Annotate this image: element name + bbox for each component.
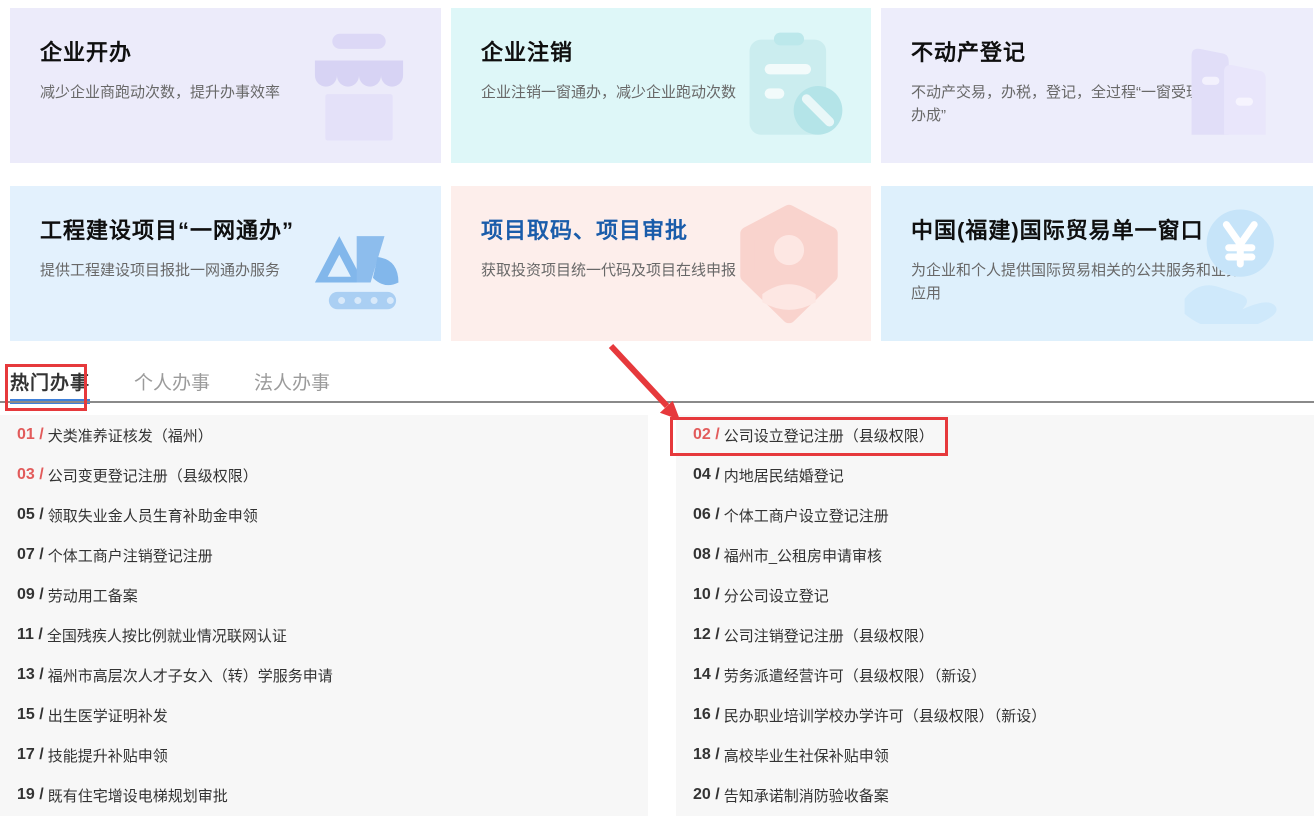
gov-services-page: 企业开办 减少企业商跑动次数，提升办事效率 企业注销 企业注销一窗通办，减少企业… bbox=[0, 0, 1314, 816]
card-enterprise-deregistration[interactable]: 企业注销 企业注销一窗通办，减少企业跑动次数 bbox=[451, 8, 871, 163]
service-number: 02 / bbox=[693, 426, 720, 443]
service-name: 出生医学证明补发 bbox=[47, 707, 168, 725]
service-name: 福州市高层次人才子女入（转）学服务申请 bbox=[47, 667, 333, 685]
tab[interactable]: 个人办事 bbox=[134, 371, 210, 397]
service-name: 个体工商户注销登记注册 bbox=[47, 547, 213, 565]
service-number: 13 / bbox=[17, 666, 44, 683]
card-desc: 不动产交易，办税，登记，全过程“一窗受理，一次办成” bbox=[911, 84, 1246, 125]
service-list-left: 01 / 犬类准养证核发（福州） 03 / 公司变更登记注册（县级权限） 05 … bbox=[0, 415, 648, 816]
service-list-item[interactable]: 15 / 出生医学证明补发 bbox=[0, 695, 648, 735]
service-list-right: 02 / 公司设立登记注册（县级权限） 04 / 内地居民结婚登记 06 / 个… bbox=[676, 415, 1314, 816]
service-name: 公司注销登记注册（县级权限） bbox=[723, 627, 934, 645]
tab[interactable]: 热门办事 bbox=[10, 371, 91, 404]
service-list-item[interactable]: 07 / 个体工商户注销登记注册 bbox=[0, 535, 648, 575]
service-list-item[interactable]: 17 / 技能提升补贴申领 bbox=[0, 735, 648, 775]
service-number: 12 / bbox=[693, 626, 720, 643]
service-name: 个体工商户设立登记注册 bbox=[723, 507, 889, 525]
service-list-item[interactable]: 18 / 高校毕业生社保补贴申领 bbox=[676, 735, 1314, 775]
service-list-item[interactable]: 06 / 个体工商户设立登记注册 bbox=[676, 495, 1314, 535]
service-name: 分公司设立登记 bbox=[723, 587, 829, 605]
service-list-item[interactable]: 16 / 民办职业培训学校办学许可（县级权限）（新设） bbox=[676, 695, 1314, 735]
service-name: 既有住宅增设电梯规划审批 bbox=[47, 787, 228, 805]
featured-service-cards: 企业开办 减少企业商跑动次数，提升办事效率 企业注销 企业注销一窗通办，减少企业… bbox=[10, 8, 1313, 341]
card-title: 工程建设项目“一网通办” bbox=[40, 218, 295, 243]
service-name: 告知承诺制消防验收备案 bbox=[723, 787, 889, 805]
service-list-item[interactable]: 03 / 公司变更登记注册（县级权限） bbox=[0, 455, 648, 495]
service-number: 01 / bbox=[17, 426, 44, 443]
service-list-item[interactable]: 04 / 内地居民结婚登记 bbox=[676, 455, 1314, 495]
card-desc: 提供工程建设项目报批一网通办服务 bbox=[40, 262, 281, 279]
service-number: 03 / bbox=[17, 466, 44, 483]
service-list-item[interactable]: 02 / 公司设立登记注册（县级权限） bbox=[676, 415, 1314, 455]
card-title: 项目取码、项目审批 bbox=[481, 218, 689, 243]
service-number: 04 / bbox=[693, 466, 720, 483]
service-name: 犬类准养证核发（福州） bbox=[47, 427, 213, 445]
card-desc: 减少企业商跑动次数，提升办事效率 bbox=[40, 84, 281, 101]
service-list-item[interactable]: 20 / 告知承诺制消防验收备案 bbox=[676, 775, 1314, 815]
service-number: 18 / bbox=[693, 746, 720, 763]
service-list-item[interactable]: 19 / 既有住宅增设电梯规划审批 bbox=[0, 775, 648, 815]
service-name: 劳务派遣经营许可（县级权限）（新设） bbox=[723, 667, 987, 685]
service-list-item[interactable]: 13 / 福州市高层次人才子女入（转）学服务申请 bbox=[0, 655, 648, 695]
service-number: 14 / bbox=[693, 666, 720, 683]
card-construction-project-online[interactable]: 工程建设项目“一网通办” 提供工程建设项目报批一网通办服务 bbox=[10, 186, 441, 341]
card-title: 企业开办 bbox=[40, 40, 133, 65]
service-number: 05 / bbox=[17, 506, 44, 523]
service-list-item[interactable]: 10 / 分公司设立登记 bbox=[676, 575, 1314, 615]
service-number: 11 / bbox=[17, 626, 43, 643]
tab-divider bbox=[0, 401, 1314, 403]
service-name: 高校毕业生社保补贴申领 bbox=[723, 747, 889, 765]
service-list-item[interactable]: 01 / 犬类准养证核发（福州） bbox=[0, 415, 648, 455]
card-enterprise-opening[interactable]: 企业开办 减少企业商跑动次数，提升办事效率 bbox=[10, 8, 441, 163]
service-number: 08 / bbox=[693, 546, 720, 563]
service-tabs: 热门办事 个人办事 法人办事 bbox=[10, 371, 330, 404]
service-name: 劳动用工备案 bbox=[47, 587, 138, 605]
service-list-item[interactable]: 14 / 劳务派遣经营许可（县级权限）（新设） bbox=[676, 655, 1314, 695]
service-name: 公司变更登记注册（县级权限） bbox=[47, 467, 258, 485]
card-desc: 企业注销一窗通办，减少企业跑动次数 bbox=[481, 84, 737, 101]
service-number: 07 / bbox=[17, 546, 44, 563]
service-list-item[interactable]: 05 / 领取失业金人员生育补助金申领 bbox=[0, 495, 648, 535]
card-desc: 获取投资项目统一代码及项目在线申报 bbox=[481, 262, 737, 279]
card-international-trade-single-window[interactable]: 中国(福建)国际贸易单一窗口 为企业和个人提供国际贸易相关的公共服务和业务应用 bbox=[881, 186, 1313, 341]
service-number: 06 / bbox=[693, 506, 720, 523]
service-number: 10 / bbox=[693, 586, 720, 603]
card-project-code-approval[interactable]: 项目取码、项目审批 获取投资项目统一代码及项目在线申报 bbox=[451, 186, 871, 341]
service-name: 福州市_公租房申请审核 bbox=[723, 547, 883, 565]
service-number: 15 / bbox=[17, 706, 44, 723]
service-number: 16 / bbox=[693, 706, 720, 723]
card-title: 企业注销 bbox=[481, 40, 574, 65]
service-number: 09 / bbox=[17, 586, 44, 603]
service-name: 民办职业培训学校办学许可（县级权限）（新设） bbox=[723, 707, 1047, 725]
service-list-item[interactable]: 12 / 公司注销登记注册（县级权限） bbox=[676, 615, 1314, 655]
card-desc: 为企业和个人提供国际贸易相关的公共服务和业务应用 bbox=[911, 262, 1242, 303]
service-name: 公司设立登记注册（县级权限） bbox=[723, 427, 934, 445]
service-number: 20 / bbox=[693, 786, 720, 803]
card-title: 中国(福建)国际贸易单一窗口 bbox=[911, 218, 1204, 243]
service-name: 内地居民结婚登记 bbox=[723, 467, 844, 485]
service-list-item[interactable]: 11 / 全国残疾人按比例就业情况联网认证 bbox=[0, 615, 648, 655]
service-name: 技能提升补贴申领 bbox=[47, 747, 168, 765]
service-list-item[interactable]: 09 / 劳动用工备案 bbox=[0, 575, 648, 615]
tab[interactable]: 法人办事 bbox=[254, 371, 330, 397]
card-real-estate-registration[interactable]: 不动产登记 不动产交易，办税，登记，全过程“一窗受理，一次办成” bbox=[881, 8, 1313, 163]
service-name: 领取失业金人员生育补助金申领 bbox=[47, 507, 258, 525]
service-number: 19 / bbox=[17, 786, 44, 803]
service-number: 17 / bbox=[17, 746, 44, 763]
card-title: 不动产登记 bbox=[911, 40, 1027, 65]
service-list-item[interactable]: 08 / 福州市_公租房申请审核 bbox=[676, 535, 1314, 575]
service-name: 全国残疾人按比例就业情况联网认证 bbox=[46, 627, 287, 645]
